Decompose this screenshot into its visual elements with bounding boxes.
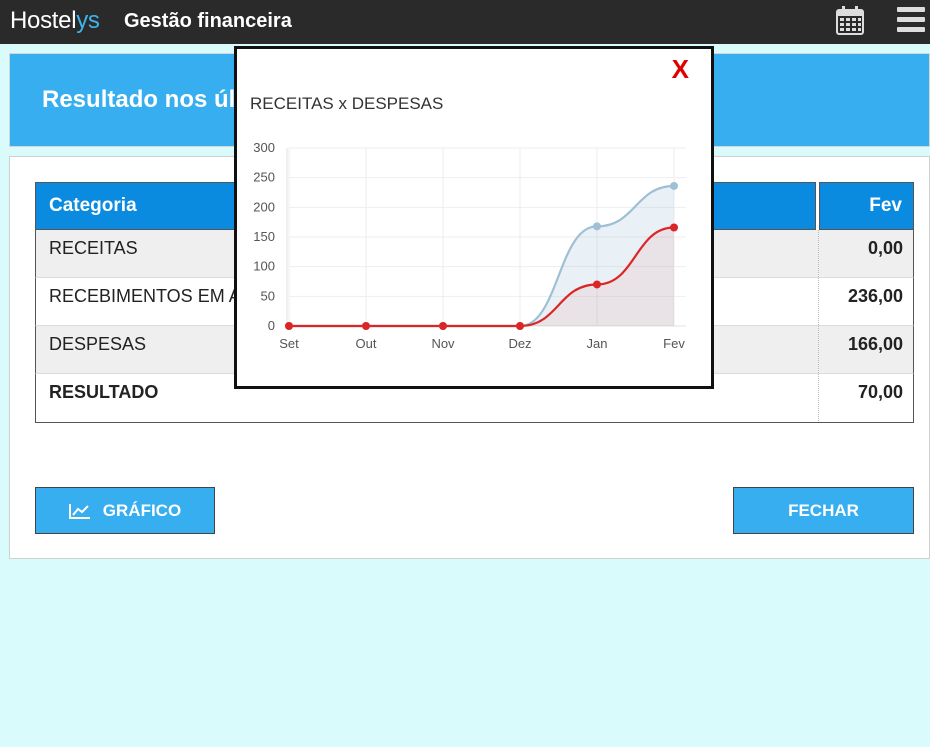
header-label-fev: Fev	[869, 195, 902, 216]
brand-part2: ys	[76, 7, 100, 34]
header-fev: Fev	[819, 182, 914, 230]
row-value: 70,00	[857, 382, 903, 402]
data-point	[593, 280, 601, 289]
y-tick-label: 200	[253, 199, 275, 214]
chart-svg: 0 50 100 150 200 250 300 Set Out Nov Dez Jan Fev	[253, 140, 686, 351]
hamburger-menu-icon[interactable]	[896, 6, 926, 34]
y-tick-label: 100	[253, 259, 275, 274]
row-value: 0,00	[867, 238, 903, 258]
column-divider	[818, 230, 819, 277]
y-tick-label: 250	[253, 170, 275, 185]
close-button-label: FECHAR	[788, 500, 859, 520]
x-tick-label: Out	[356, 336, 377, 351]
row-value: 166,00	[847, 334, 903, 354]
modal-close-icon[interactable]: X	[672, 55, 689, 83]
y-tick-label: 50	[261, 288, 275, 303]
data-point	[439, 322, 447, 330]
brand-logo[interactable]: Hostelys	[10, 7, 100, 35]
data-point	[285, 322, 293, 330]
x-tick-label: Fev	[663, 336, 685, 351]
x-tick-label: Nov	[431, 336, 455, 351]
data-point	[670, 223, 678, 232]
top-bar: Hostelys Gestão financeira	[0, 0, 930, 44]
data-point	[593, 222, 601, 231]
chart-button-label: GRÁFICO	[102, 500, 182, 520]
row-label: DESPESAS	[49, 334, 147, 354]
brand-part1: Hostel	[10, 7, 77, 34]
data-point	[362, 322, 370, 330]
column-divider	[818, 278, 819, 325]
y-tick-label: 300	[253, 140, 275, 155]
line-chart-icon	[68, 503, 90, 519]
chart-title: RECEITAS x DESPESAS	[250, 94, 444, 113]
data-point	[670, 181, 678, 190]
x-tick-label: Dez	[508, 336, 531, 351]
calendar-icon[interactable]	[834, 4, 866, 36]
header-label-categoria: Categoria	[49, 195, 137, 216]
column-divider	[818, 374, 819, 421]
row-value: 236,00	[847, 286, 903, 306]
chart-modal: X RECEITAS x DESPESAS 0 50 100 150 200 250 300…	[234, 46, 714, 389]
chart-button[interactable]: GRÁFICO	[35, 487, 215, 534]
x-tick-label: Set	[279, 336, 299, 351]
column-divider	[818, 326, 819, 373]
app-title: Gestão financeira	[124, 10, 292, 32]
row-label: RECEITAS	[49, 238, 138, 258]
row-label: RESULTADO	[49, 382, 159, 402]
y-tick-label: 0	[268, 318, 275, 333]
x-tick-label: Jan	[587, 336, 608, 351]
y-tick-label: 150	[253, 229, 275, 244]
close-button[interactable]: FECHAR	[733, 487, 914, 534]
data-point	[516, 322, 524, 330]
